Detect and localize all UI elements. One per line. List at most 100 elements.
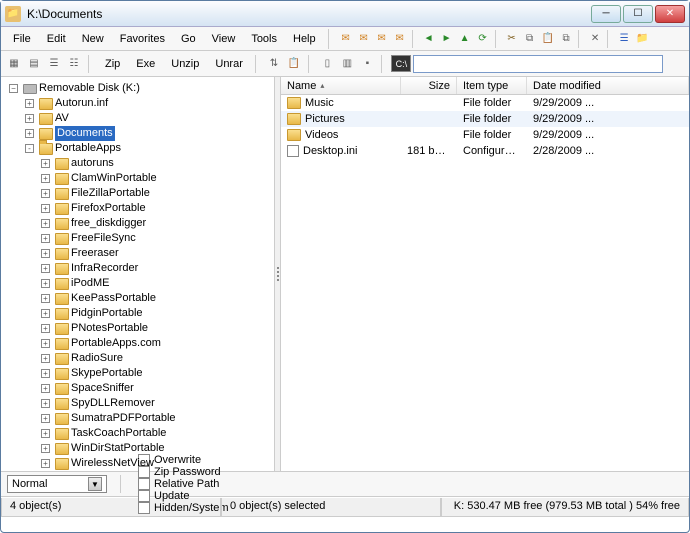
unrar-button[interactable]: Unrar: [208, 55, 250, 73]
mail-open-icon[interactable]: ✉: [337, 30, 355, 48]
expander-icon[interactable]: +: [41, 399, 50, 408]
expander-icon[interactable]: −: [9, 84, 18, 93]
menu-edit[interactable]: Edit: [39, 30, 74, 48]
small-icons-icon[interactable]: ▤: [25, 55, 43, 73]
file-row[interactable]: Desktop.ini181 bytesConfiguratio...2/28/…: [281, 143, 689, 159]
expander-icon[interactable]: +: [41, 369, 50, 378]
expander-icon[interactable]: +: [41, 324, 50, 333]
tree-item[interactable]: +SkypePortable: [39, 366, 274, 381]
paste-shortcut-icon[interactable]: ⧉: [557, 30, 575, 48]
menu-go[interactable]: Go: [173, 30, 204, 48]
expander-icon[interactable]: -: [25, 144, 34, 153]
tree-item[interactable]: +PidginPortable: [39, 306, 274, 321]
path-input[interactable]: [413, 55, 663, 73]
expander-icon[interactable]: +: [41, 219, 50, 228]
tree-item[interactable]: +SpyDLLRemover: [39, 396, 274, 411]
file-list[interactable]: Name▴ Size Item type Date modified Music…: [281, 77, 689, 471]
terminal-icon[interactable]: ▪: [358, 55, 376, 73]
tree-item[interactable]: -PortableApps: [23, 141, 274, 156]
up-icon[interactable]: ▲: [456, 30, 474, 48]
tree-item[interactable]: +WirelessNetView: [39, 456, 274, 471]
expander-icon[interactable]: +: [41, 459, 50, 468]
tree-item[interactable]: +FirefoxPortable: [39, 201, 274, 216]
tree-item[interactable]: +autoruns: [39, 156, 274, 171]
tree-item[interactable]: +AV: [23, 111, 274, 126]
menu-favorites[interactable]: Favorites: [112, 30, 173, 48]
file-row[interactable]: PicturesFile folder9/29/2009 ...: [281, 111, 689, 127]
expander-icon[interactable]: +: [41, 294, 50, 303]
expander-icon[interactable]: +: [25, 129, 34, 138]
tree-item[interactable]: +iPodME: [39, 276, 274, 291]
tree-item[interactable]: +SumatraPDFPortable: [39, 411, 274, 426]
tree-item[interactable]: +SpaceSniffer: [39, 381, 274, 396]
menu-file[interactable]: File: [5, 30, 39, 48]
menu-help[interactable]: Help: [285, 30, 324, 48]
expander-icon[interactable]: +: [41, 444, 50, 453]
forward-icon[interactable]: ►: [438, 30, 456, 48]
tree-item[interactable]: +free_diskdigger: [39, 216, 274, 231]
tree-root[interactable]: − Removable Disk (K:): [7, 81, 274, 96]
close-button[interactable]: ✕: [655, 5, 685, 23]
expander-icon[interactable]: +: [41, 354, 50, 363]
column-icon[interactable]: ▯: [318, 55, 336, 73]
refresh-icon[interactable]: ⟳: [474, 30, 492, 48]
tree-item[interactable]: +Documents: [23, 126, 274, 141]
tree-item[interactable]: +Autorun.inf: [23, 96, 274, 111]
list-icon[interactable]: ☰: [45, 55, 63, 73]
tree-item[interactable]: +RadioSure: [39, 351, 274, 366]
expander-icon[interactable]: +: [41, 204, 50, 213]
back-icon[interactable]: ◄: [420, 30, 438, 48]
file-row[interactable]: VideosFile folder9/29/2009 ...: [281, 127, 689, 143]
expander-icon[interactable]: +: [41, 339, 50, 348]
menu-tools[interactable]: Tools: [243, 30, 285, 48]
expander-icon[interactable]: +: [41, 174, 50, 183]
mail-closed-icon[interactable]: ✉: [355, 30, 373, 48]
tree-item[interactable]: +FreeFileSync: [39, 231, 274, 246]
expander-icon[interactable]: +: [41, 249, 50, 258]
details-icon[interactable]: ☷: [65, 55, 83, 73]
tree-item[interactable]: +PortableApps.com: [39, 336, 274, 351]
expander-icon[interactable]: +: [41, 384, 50, 393]
expander-icon[interactable]: +: [41, 429, 50, 438]
minimize-button[interactable]: ─: [591, 5, 621, 23]
clipboard-icon[interactable]: 📋: [285, 55, 303, 73]
tree-item[interactable]: +TaskCoachPortable: [39, 426, 274, 441]
tree-item[interactable]: +KeePassPortable: [39, 291, 274, 306]
tree-item[interactable]: +WinDirStatPortable: [39, 441, 274, 456]
zip-button[interactable]: Zip: [98, 55, 127, 73]
properties-icon[interactable]: ☰: [615, 30, 633, 48]
expander-icon[interactable]: +: [41, 234, 50, 243]
menu-view[interactable]: View: [204, 30, 244, 48]
checkbox-relative-path[interactable]: Relative Path: [138, 478, 229, 490]
expander-icon[interactable]: +: [25, 114, 34, 123]
maximize-button[interactable]: ☐: [623, 5, 653, 23]
menu-new[interactable]: New: [74, 30, 112, 48]
tree-item[interactable]: +InfraRecorder: [39, 261, 274, 276]
sort-icon[interactable]: ⇅: [265, 55, 283, 73]
cut-icon[interactable]: ✂: [503, 30, 521, 48]
layout-icon[interactable]: ▥: [338, 55, 356, 73]
expander-icon[interactable]: +: [41, 189, 50, 198]
mail-send-icon[interactable]: ✉: [391, 30, 409, 48]
tree-item[interactable]: +PNotesPortable: [39, 321, 274, 336]
col-date[interactable]: Date modified: [527, 77, 689, 94]
col-type[interactable]: Item type: [457, 77, 527, 94]
unzip-button[interactable]: Unzip: [164, 55, 206, 73]
folder-tree[interactable]: − Removable Disk (K:) +Autorun.inf+AV+Do…: [1, 77, 275, 471]
new-folder-icon[interactable]: 📁: [633, 30, 651, 48]
expander-icon[interactable]: +: [41, 414, 50, 423]
expander-icon[interactable]: +: [25, 99, 34, 108]
mail-star-icon[interactable]: ✉: [373, 30, 391, 48]
tree-item[interactable]: +ClamWinPortable: [39, 171, 274, 186]
large-icons-icon[interactable]: ▦: [5, 55, 23, 73]
tree-item[interactable]: +Freeraser: [39, 246, 274, 261]
tree-item[interactable]: +FileZillaPortable: [39, 186, 274, 201]
expander-icon[interactable]: +: [41, 159, 50, 168]
compression-combo[interactable]: Normal ▼: [7, 475, 107, 493]
exe-button[interactable]: Exe: [129, 55, 162, 73]
copy-icon[interactable]: ⧉: [521, 30, 539, 48]
expander-icon[interactable]: +: [41, 309, 50, 318]
col-size[interactable]: Size: [401, 77, 457, 94]
col-name[interactable]: Name▴: [281, 77, 401, 94]
file-row[interactable]: MusicFile folder9/29/2009 ...: [281, 95, 689, 111]
